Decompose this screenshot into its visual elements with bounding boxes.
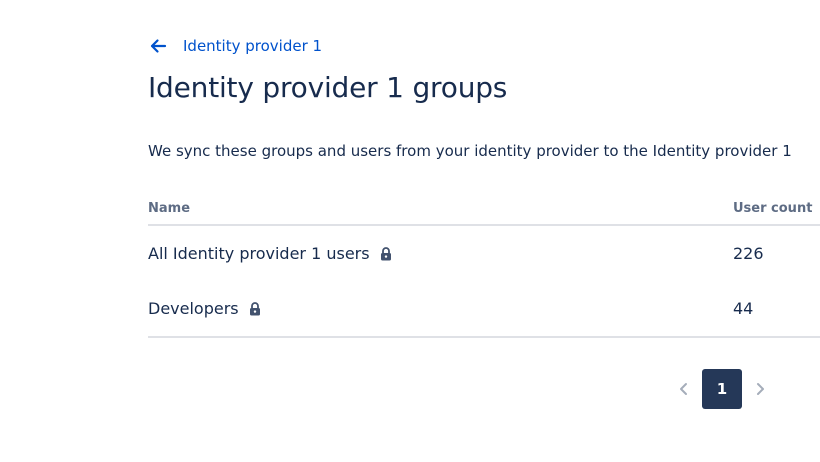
column-header-user-count[interactable]: User count — [733, 200, 812, 218]
arrow-left-icon — [150, 39, 167, 53]
page-title: Identity provider 1 groups — [148, 71, 508, 104]
previous-page-button[interactable] — [672, 369, 696, 409]
chevron-right-icon — [757, 383, 764, 395]
group-name[interactable]: Developers — [148, 298, 239, 320]
lock-icon — [380, 247, 391, 261]
table-row[interactable]: Developers 44 — [148, 281, 820, 336]
page-description: We sync these groups and users from your… — [148, 142, 792, 160]
group-name-cell: Developers — [148, 298, 261, 320]
next-page-button[interactable] — [748, 369, 772, 409]
page: Identity provider 1 Identity provider 1 … — [0, 0, 820, 462]
group-name[interactable]: All Identity provider 1 users — [148, 243, 370, 265]
chevron-left-icon — [680, 383, 687, 395]
user-count-cell: 226 — [733, 244, 764, 263]
breadcrumb[interactable]: Identity provider 1 — [183, 36, 322, 56]
pagination: 1 — [672, 369, 772, 409]
page-button-1[interactable]: 1 — [702, 369, 742, 409]
table-header: Name User count — [148, 196, 820, 226]
table-row[interactable]: All Identity provider 1 users 226 — [148, 226, 820, 281]
lock-icon — [249, 302, 260, 316]
group-name-cell: All Identity provider 1 users — [148, 243, 392, 265]
column-header-name[interactable]: Name — [148, 200, 190, 218]
back-link[interactable]: Identity provider 1 — [148, 36, 322, 56]
groups-table: Name User count All Identity provider 1 … — [148, 196, 820, 338]
user-count-cell: 44 — [733, 299, 754, 318]
table-footer-divider — [148, 336, 820, 338]
